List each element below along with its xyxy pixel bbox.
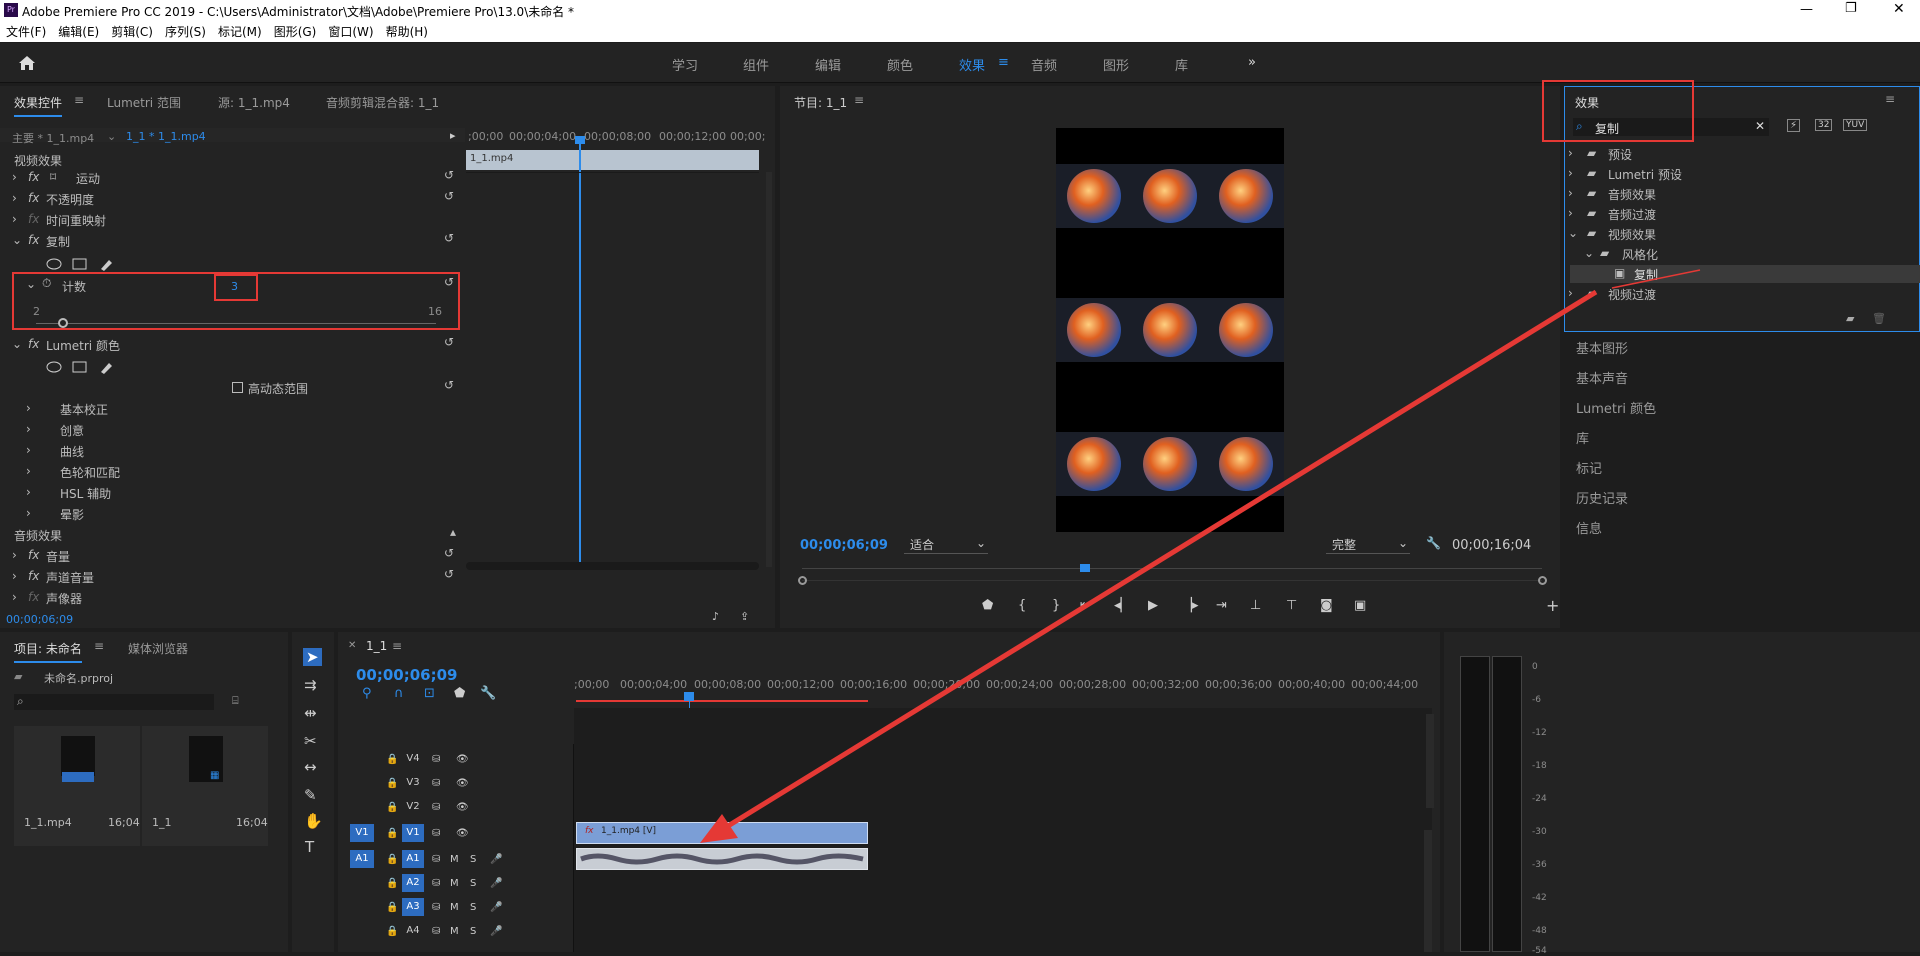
drag-annotation-arrow [700,269,1701,843]
